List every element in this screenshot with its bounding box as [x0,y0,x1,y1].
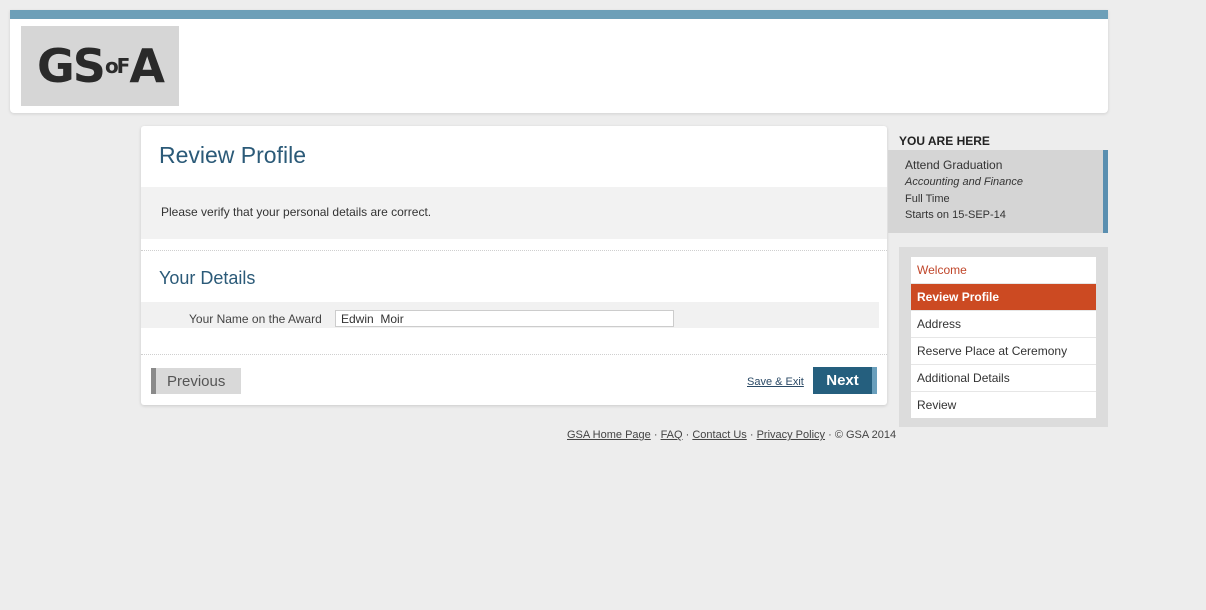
previous-button[interactable]: Previous [151,368,241,394]
context-box: Attend Graduation Accounting and Finance… [888,150,1108,233]
step-review-profile[interactable]: Review Profile [911,284,1096,311]
name-field-label: Your Name on the Award [189,312,322,326]
step-additional-details[interactable]: Additional Details [911,365,1096,392]
gsa-logo[interactable]: GS oF A [21,26,179,106]
step-address[interactable]: Address [911,311,1096,338]
step-welcome[interactable]: Welcome [911,257,1096,284]
save-exit-link[interactable]: Save & Exit [747,376,804,388]
logo-text-gs: GS [37,39,106,93]
intro-text: Please verify that your personal details… [161,205,432,219]
context-start-date: Starts on 15-SEP-14 [905,209,1006,221]
context-mode: Full Time [905,193,950,205]
logo-text-of: oF [104,54,130,78]
next-button[interactable]: Next [813,367,877,394]
context-event: Attend Graduation [905,158,1003,172]
page-title: Review Profile [159,142,306,168]
divider [141,354,887,355]
logo-text-a: A [129,39,165,93]
footer-copyright: © GSA 2014 [834,429,897,441]
site-header: GS oF A [10,10,1108,113]
main-panel: Review Profile Please verify that your p… [141,126,887,405]
footer-link-contact[interactable]: Contact Us [692,429,746,441]
steps-list: Welcome Review Profile Address Reserve P… [911,257,1096,418]
section-title: Your Details [159,268,256,288]
footer-link-home[interactable]: GSA Home Page [567,429,651,441]
step-reserve-place[interactable]: Reserve Place at Ceremony [911,338,1096,365]
footer-link-faq[interactable]: FAQ [661,429,683,441]
footer-link-privacy[interactable]: Privacy Policy [757,429,825,441]
context-course: Accounting and Finance [905,176,1024,188]
divider [141,250,887,251]
name-on-award-input[interactable] [335,310,674,327]
footer: GSA Home Page · FAQ · Contact Us · Priva… [567,429,897,441]
you-are-here-heading: YOU ARE HERE [899,134,990,148]
steps-box: Welcome Review Profile Address Reserve P… [899,247,1108,427]
step-review[interactable]: Review [911,392,1096,418]
